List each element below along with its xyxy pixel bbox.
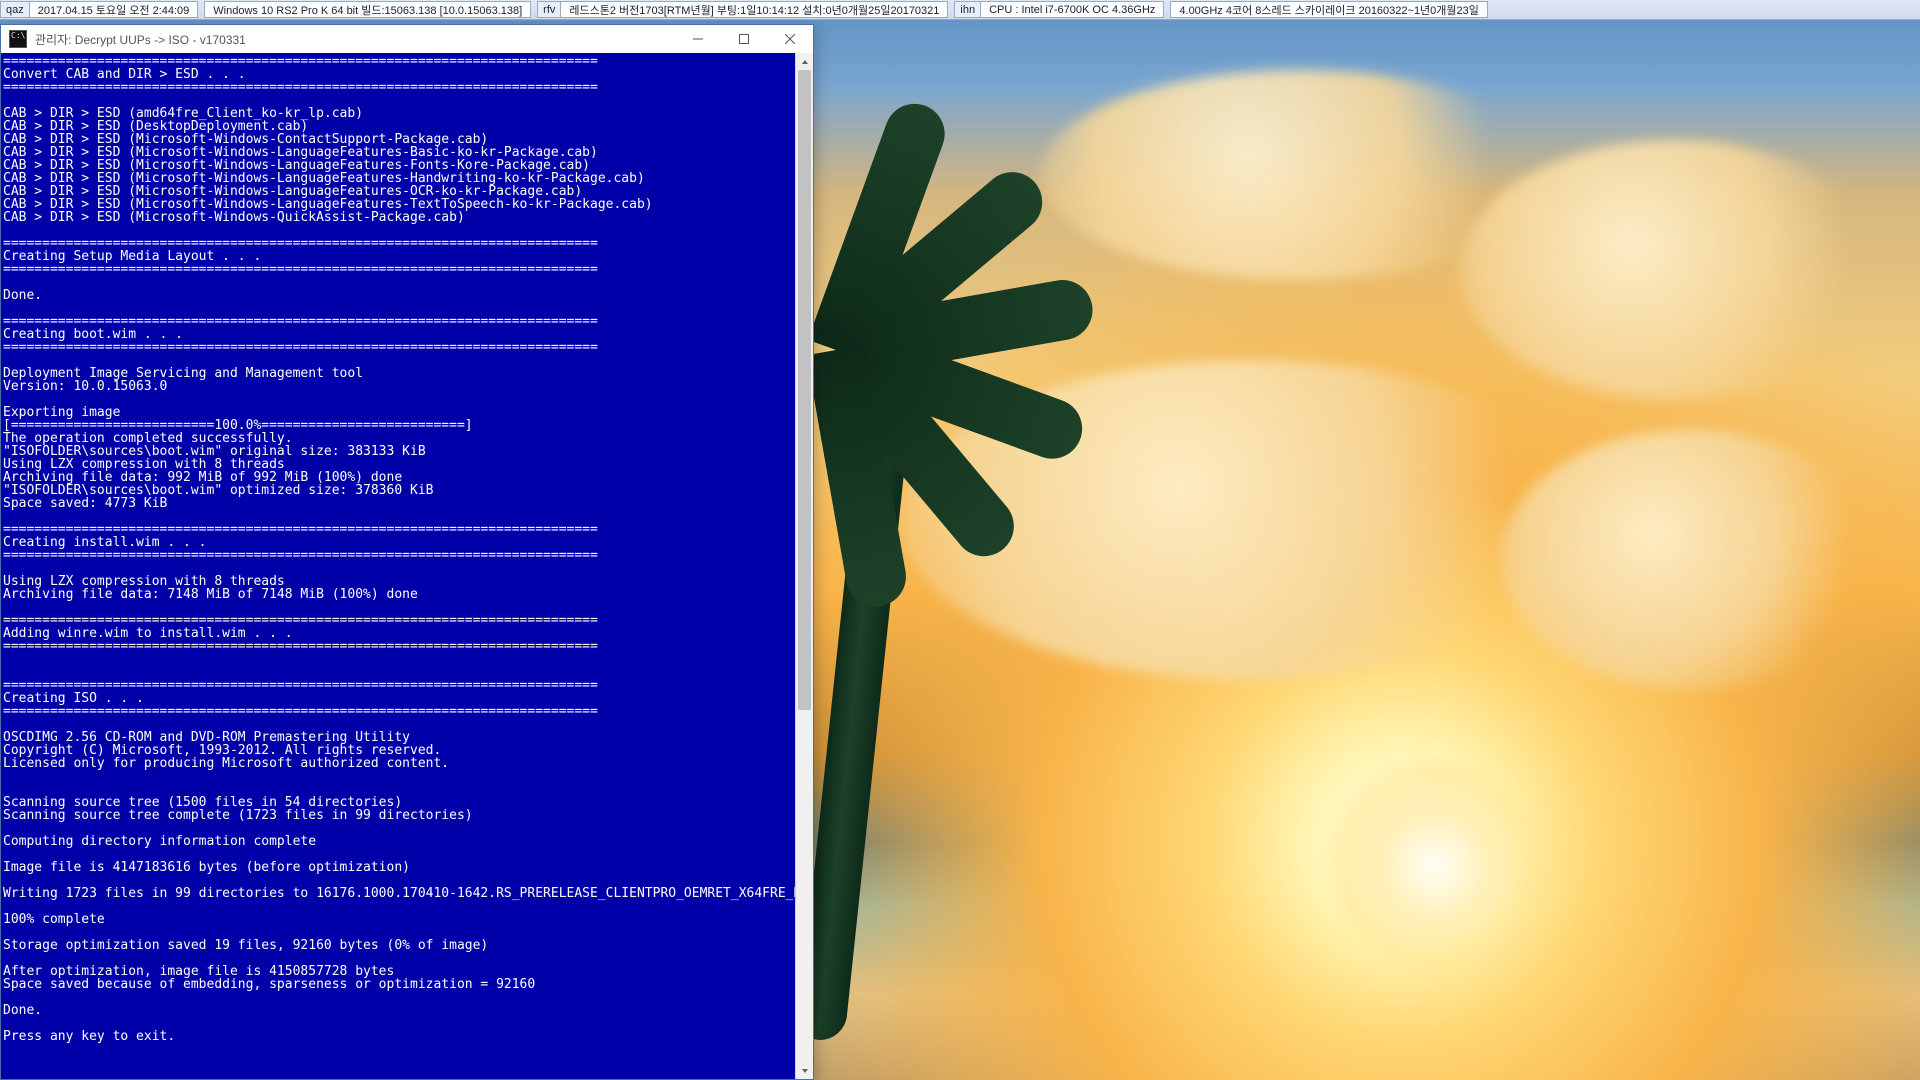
scroll-up-button[interactable] — [796, 53, 813, 70]
sysinfo-key: qaz — [0, 1, 29, 18]
sysinfo-value: Windows 10 RS2 Pro K 64 bit 빌드:15063.138… — [204, 1, 531, 18]
minimize-button[interactable] — [675, 25, 721, 53]
console-output[interactable]: ========================================… — [1, 53, 795, 1079]
sysinfo-item-4: 4.00GHz 4코어 8스레드 스카이레이크 20160322~1년0개월23… — [1170, 1, 1488, 18]
sysinfo-value: 2017.04.15 토요일 오전 2:44:09 — [29, 1, 199, 18]
sysinfo-item-1: Windows 10 RS2 Pro K 64 bit 빌드:15063.138… — [204, 1, 531, 18]
window-titlebar[interactable]: 관리자: Decrypt UUPs -> ISO - v170331 — [1, 25, 813, 53]
scroll-thumb[interactable] — [798, 70, 811, 710]
sysinfo-item-3: ihnCPU : Intel i7-6700K OC 4.36GHz — [954, 1, 1164, 18]
command-prompt-window: 관리자: Decrypt UUPs -> ISO - v170331 =====… — [0, 24, 814, 1080]
sysinfo-value: 4.00GHz 4코어 8스레드 스카이레이크 20160322~1년0개월23… — [1170, 1, 1488, 18]
scroll-down-button[interactable] — [796, 1062, 813, 1079]
cmd-icon — [9, 30, 27, 48]
sysinfo-item-2: rfv레드스톤2 버전1703[RTM년월] 부팅:1일10:14:12 설치:… — [537, 1, 948, 18]
window-title: 관리자: Decrypt UUPs -> ISO - v170331 — [35, 31, 675, 48]
maximize-button[interactable] — [721, 25, 767, 53]
sysinfo-value: 레드스톤2 버전1703[RTM년월] 부팅:1일10:14:12 설치:0년0… — [560, 1, 948, 18]
sun-glow — [1325, 756, 1545, 976]
sysinfo-key: rfv — [537, 1, 560, 18]
console-scrollbar[interactable] — [795, 53, 813, 1079]
close-button[interactable] — [767, 25, 813, 53]
system-info-bar: qaz2017.04.15 토요일 오전 2:44:09 Windows 10 R… — [0, 0, 1920, 20]
sysinfo-key: ihn — [954, 1, 980, 18]
sysinfo-item-0: qaz2017.04.15 토요일 오전 2:44:09 — [0, 1, 198, 18]
sysinfo-value: CPU : Intel i7-6700K OC 4.36GHz — [980, 1, 1164, 18]
